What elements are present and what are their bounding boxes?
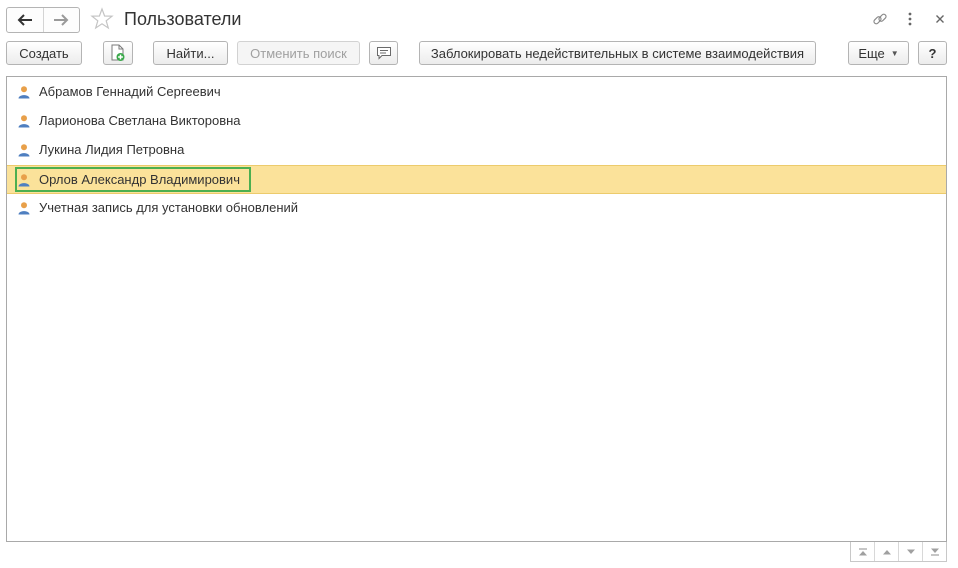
list-item-selected[interactable]: Орлов Александр Владимирович [7,165,946,194]
user-name: Учетная запись для установки обновлений [39,200,299,215]
help-button[interactable]: ? [918,41,947,65]
scroll-down-button[interactable] [898,542,922,561]
list-item[interactable]: Абрамов Геннадий Сергеевич [7,78,946,107]
page-title: Пользователи [124,9,242,29]
find-button[interactable]: Найти... [153,41,228,65]
user-name: Орлов Александр Владимирович [39,172,240,187]
scroll-controls [850,542,947,562]
user-icon [18,202,30,215]
create-button[interactable]: Создать [6,41,82,65]
scroll-bottom-button[interactable] [922,542,946,561]
cancel-search-button[interactable]: Отменить поиск [237,41,360,65]
user-icon [18,174,30,187]
forward-button[interactable] [42,8,80,32]
scroll-down-icon [906,549,915,554]
arrow-left-icon [17,14,32,26]
close-button[interactable] [930,9,950,29]
scroll-top-icon [858,547,867,555]
speech-bubble-icon [376,47,391,60]
list-item[interactable]: Лукина Лидия Петровна [7,136,946,165]
create-copy-button[interactable] [103,41,133,65]
link-icon [873,13,887,25]
more-menu-label: Еще [858,45,885,61]
list-item[interactable]: Ларионова Светлана Викторовна [7,107,946,136]
user-name: Лукина Лидия Петровна [39,142,185,157]
users-list[interactable]: Абрамов Геннадий Сергеевич Ларионова Све… [6,76,947,542]
navigation-buttons [6,7,80,33]
user-name: Ларионова Светлана Викторовна [39,113,241,128]
star-icon [90,7,114,30]
back-button[interactable] [7,8,43,32]
arrow-right-icon [54,14,69,26]
favorite-button[interactable] [90,7,114,31]
close-icon [936,15,944,23]
user-icon [18,115,30,128]
add-document-icon [111,44,125,61]
user-name: Абрамов Геннадий Сергеевич [39,84,221,99]
more-menu-button[interactable]: Еще ▼ [848,41,909,65]
comment-button[interactable] [369,41,398,65]
user-icon [18,86,30,99]
block-invalid-users-button[interactable]: Заблокировать недействительных в системе… [419,41,816,65]
scroll-top-button[interactable] [851,542,874,561]
scroll-bottom-icon [930,548,939,556]
scroll-up-icon [882,549,891,554]
list-item[interactable]: Учетная запись для установки обновлений [7,194,946,223]
scroll-up-button[interactable] [874,542,898,561]
title-bar: Пользователи [0,0,958,38]
chevron-down-icon: ▼ [890,48,899,58]
user-icon [18,144,30,157]
more-vertical-icon [908,12,912,26]
more-actions-button[interactable] [900,9,920,29]
link-button[interactable] [870,9,890,29]
